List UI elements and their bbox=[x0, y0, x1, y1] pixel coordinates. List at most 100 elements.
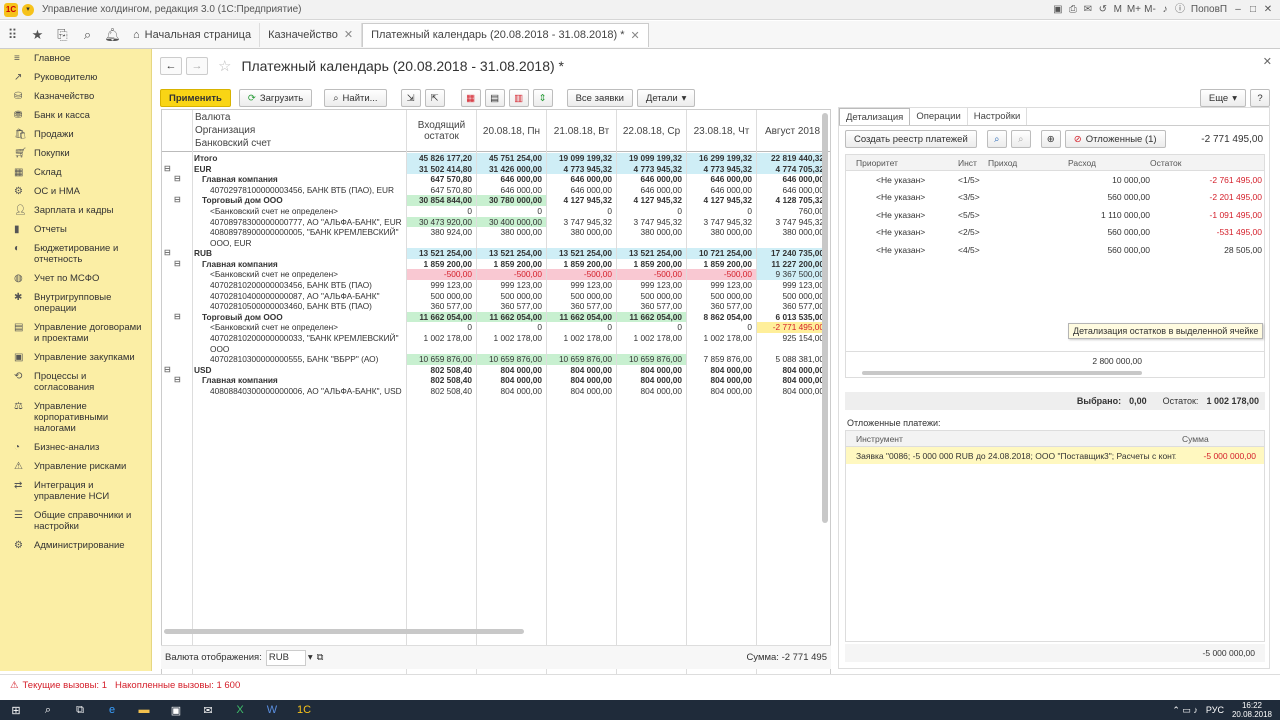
grid-column-header[interactable]: 21.08.18, Вт bbox=[546, 110, 616, 152]
horizontal-scrollbar[interactable] bbox=[164, 629, 824, 635]
grid-column-header[interactable]: Входящий остаток bbox=[406, 110, 476, 152]
close-tab-icon[interactable]: ✕ bbox=[631, 29, 640, 42]
grid-cell[interactable]: 0 bbox=[686, 206, 756, 217]
tree-toggle-icon[interactable]: ⊟ bbox=[174, 259, 184, 270]
grid-row[interactable]: ⊟ USD 802 508,40 804 000,00 804 000,00 804 00… bbox=[162, 365, 824, 376]
task-view-icon[interactable]: ⧉ bbox=[64, 704, 96, 717]
sidebar-item[interactable]: ≡ Главное bbox=[0, 49, 151, 68]
grid-cell[interactable]: 804 000,00 bbox=[686, 386, 756, 397]
grid-cell[interactable]: 4 127 945,32 bbox=[616, 195, 686, 206]
m-icon[interactable]: M bbox=[1112, 4, 1124, 16]
grid-cell[interactable]: 4 773 945,32 bbox=[686, 163, 756, 175]
grid-cell[interactable]: 804 000,00 bbox=[616, 386, 686, 397]
grid-cell[interactable]: 11 662 054,00 bbox=[476, 311, 546, 323]
history-icon[interactable]: ↺ bbox=[1097, 4, 1109, 16]
sidebar-item[interactable]: ↗ Руководителю bbox=[0, 68, 151, 87]
close-window-icon[interactable]: ✕ bbox=[1262, 4, 1274, 16]
load-button[interactable]: ⟳ Загрузить bbox=[238, 89, 313, 107]
details-dropdown[interactable]: Детали ▾ bbox=[636, 89, 696, 107]
word-icon[interactable]: W bbox=[256, 704, 288, 716]
grid-cell[interactable]: -500,00 bbox=[616, 269, 686, 280]
grid-cell[interactable]: 804 000,00 bbox=[686, 375, 756, 386]
sidebar-item[interactable]: ▤ Управление договорами и проектами bbox=[0, 318, 151, 348]
grid-cell[interactable]: 30 780 000,00 bbox=[476, 195, 546, 206]
grid-settings-icon[interactable]: ▦ bbox=[460, 89, 481, 107]
grid-cell[interactable]: 30 400 000,00 bbox=[476, 216, 546, 228]
grid-cell[interactable]: 0 bbox=[406, 322, 476, 333]
collapse-icon[interactable]: ⇱ bbox=[424, 89, 445, 107]
grid-cell[interactable]: 10 659 876,00 bbox=[476, 354, 546, 365]
grid-cell[interactable]: 45 826 177,20 bbox=[406, 153, 476, 164]
grid-cell[interactable]: 646 000,00 bbox=[616, 174, 686, 185]
grid-cell[interactable]: 0 bbox=[476, 322, 546, 333]
language-indicator[interactable]: РУС bbox=[1206, 705, 1224, 715]
grid-cell[interactable]: 10 721 254,00 bbox=[686, 248, 756, 259]
grid-cell[interactable]: 17 240 735,00 bbox=[756, 248, 828, 259]
grid-row[interactable]: 40708978300000000777, АО "АЛЬФА-БАНК", E… bbox=[162, 216, 824, 228]
grid-cell[interactable]: 1 002 178,00 bbox=[616, 333, 686, 344]
grid-cell[interactable]: 45 751 254,00 bbox=[476, 153, 546, 164]
close-tab-icon[interactable]: ✕ bbox=[344, 28, 353, 41]
clear-search-icon[interactable]: ⌕ bbox=[1010, 130, 1031, 148]
grid-cell[interactable]: 31 426 000,00 bbox=[476, 163, 546, 175]
print-icon[interactable]: ⎙ bbox=[1067, 4, 1079, 16]
sidebar-item[interactable]: ☰ Общие справочники и настройки bbox=[0, 506, 151, 536]
grid-cell[interactable]: 804 000,00 bbox=[546, 365, 616, 376]
grid-row[interactable]: 40808840300000000006, АО "АЛЬФА-БАНК", U… bbox=[162, 386, 824, 397]
sidebar-item[interactable]: ⛁ Казначейство bbox=[0, 87, 151, 106]
grid-cell[interactable]: 646 000,00 bbox=[756, 185, 828, 196]
grid-row[interactable]: 40702810400000000087, АО "АЛЬФА-БАНК" 500… bbox=[162, 291, 824, 302]
detail-hscroll[interactable] bbox=[862, 371, 1142, 375]
expand-icon[interactable]: ⇲ bbox=[400, 89, 421, 107]
sidebar-item[interactable]: ⇄ Интеграция и управление НСИ bbox=[0, 476, 151, 506]
grid-cell[interactable]: 999 123,00 bbox=[476, 280, 546, 291]
grid-cell[interactable]: 380 000,00 bbox=[756, 227, 828, 238]
tree-toggle-icon[interactable]: ⊟ bbox=[174, 195, 184, 206]
mminus-icon[interactable]: M- bbox=[1144, 4, 1156, 16]
sidebar-item[interactable]: ◐ Бюджетирование и отчетность bbox=[0, 239, 151, 269]
user-name[interactable]: ПоповП bbox=[1189, 4, 1229, 16]
grid-row[interactable]: <Банковский счет не определен> 0 0 0 0 0 -2 77… bbox=[162, 322, 828, 333]
grid-cell[interactable]: 646 000,00 bbox=[756, 174, 828, 185]
mail-icon[interactable]: ✉ bbox=[1082, 4, 1094, 16]
all-requests-button[interactable]: Все заявки bbox=[566, 89, 633, 107]
grid-cell[interactable]: 1 002 178,00 bbox=[406, 333, 476, 344]
grid-cell[interactable]: 760,00 bbox=[756, 206, 828, 217]
grid-cell[interactable]: 4 773 945,32 bbox=[616, 163, 686, 175]
detail-row[interactable]: <Не указан> <4/5> 560 000,00 28 505,00 bbox=[846, 241, 1264, 259]
grid-cell[interactable]: 360 577,00 bbox=[686, 301, 756, 312]
grid-row[interactable]: ⊟ Торговый дом ООО 11 662 054,00 11 662 054… bbox=[162, 311, 824, 323]
grid-cell[interactable]: 1 002 178,00 bbox=[476, 333, 546, 344]
grid-cell[interactable]: 646 000,00 bbox=[686, 174, 756, 185]
grid-cell[interactable]: 360 577,00 bbox=[616, 301, 686, 312]
grid-cell[interactable]: 3 747 945,32 bbox=[616, 217, 686, 228]
grid-cell[interactable]: 380 000,00 bbox=[616, 227, 686, 238]
grid-cell[interactable]: 13 521 254,00 bbox=[406, 248, 476, 259]
grid-cell[interactable]: 3 747 945,32 bbox=[686, 217, 756, 228]
grid-cell[interactable]: 4 128 705,32 bbox=[756, 195, 828, 206]
chart-icon[interactable]: ▥ bbox=[508, 89, 529, 107]
grid-cell[interactable]: 500 000,00 bbox=[546, 291, 616, 302]
grid-cell[interactable]: 380 924,00 bbox=[406, 227, 476, 238]
excel-icon[interactable]: X bbox=[224, 704, 256, 716]
grid-row[interactable]: 40702978100000003456, БАНК ВТБ (ПАО), EU… bbox=[162, 185, 824, 196]
grid-row[interactable]: <Банковский счет не определен> 0 0 0 0 0 760,0… bbox=[162, 206, 824, 217]
grid-cell[interactable]: 999 123,00 bbox=[546, 280, 616, 291]
grid-cell[interactable]: 646 000,00 bbox=[476, 185, 546, 196]
menu-arrow-icon[interactable]: ▾ bbox=[22, 3, 34, 16]
tree-toggle-icon[interactable]: ⊟ bbox=[174, 174, 184, 185]
grid-cell[interactable]: 11 662 054,00 bbox=[406, 311, 476, 323]
sidebar-item[interactable]: 🛒︎ Покупки bbox=[0, 144, 151, 163]
tab-home[interactable]: ⌂ Начальная страница bbox=[125, 22, 261, 47]
grid-cell[interactable]: 5 088 381,00 bbox=[756, 354, 828, 365]
grid-cell[interactable]: 11 662 054,00 bbox=[546, 311, 616, 323]
sidebar-item[interactable]: ⚖ Управление корпоративными налогами bbox=[0, 397, 151, 438]
history-tab-icon[interactable]: ⎘ bbox=[50, 27, 75, 43]
grid-cell[interactable]: 380 000,00 bbox=[476, 227, 546, 238]
maximize-icon[interactable]: □ bbox=[1247, 4, 1259, 16]
back-button[interactable]: ← bbox=[160, 57, 182, 75]
sidebar-item[interactable]: ▮ Отчеты bbox=[0, 220, 151, 239]
grid-cell[interactable]: 0 bbox=[616, 322, 686, 333]
payment-calendar-grid[interactable]: Валюта Организация Банковский счет Входя… bbox=[161, 109, 831, 675]
grid-cell[interactable]: 19 099 199,32 bbox=[546, 153, 616, 164]
